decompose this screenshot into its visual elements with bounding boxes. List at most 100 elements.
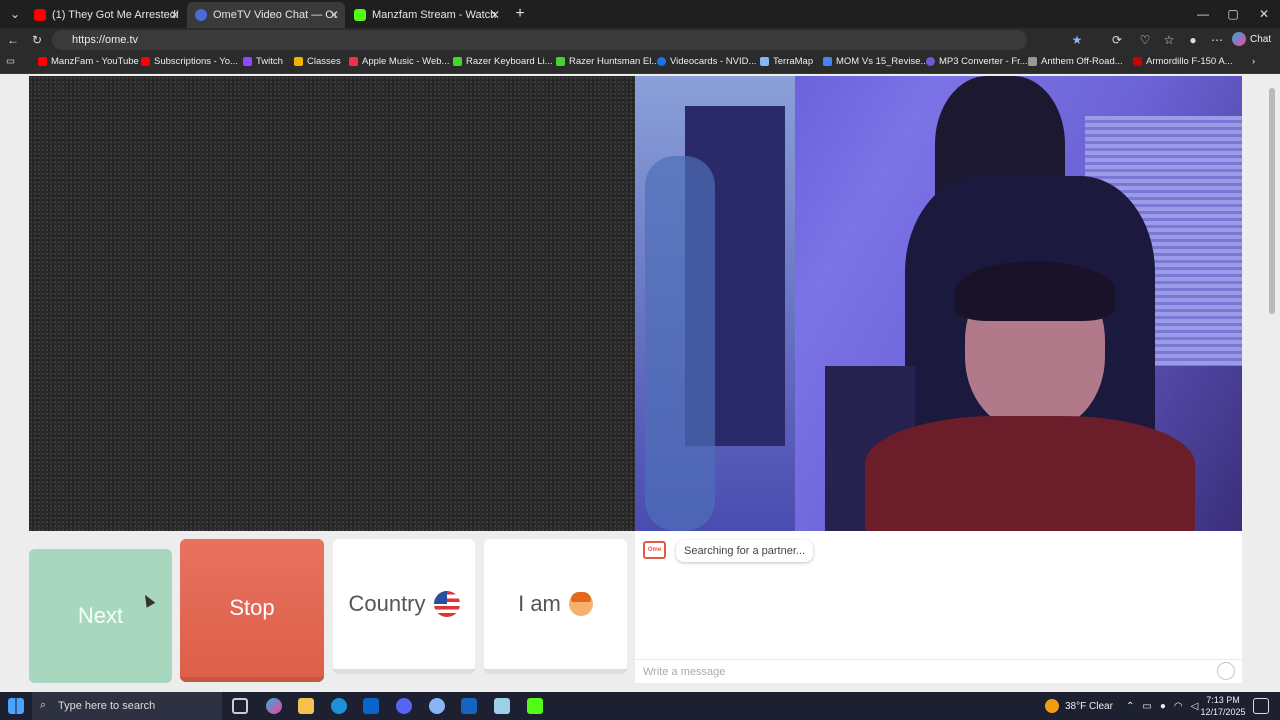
bookmark-item[interactable]: TerraMap (760, 56, 813, 67)
app-icon[interactable] (494, 698, 510, 714)
taskbar-search[interactable]: ⌕ Type here to search (32, 692, 222, 720)
copilot-chat-button[interactable]: Chat (1232, 32, 1271, 46)
edge-icon[interactable] (331, 698, 347, 714)
mp3-converter-icon (926, 57, 935, 66)
tab-title: (1) They Got Me Arrested! - YouTu (52, 9, 178, 21)
volume-icon[interactable]: ◁ (1191, 701, 1199, 712)
ometv-logo-icon: Ome (643, 541, 666, 559)
app-icon[interactable] (429, 698, 445, 714)
kick-icon[interactable] (527, 698, 543, 714)
bookmark-label: MP3 Converter - Fr... (939, 56, 1028, 67)
youtube-icon (34, 9, 46, 21)
status-message: Searching for a partner... (676, 540, 814, 562)
chat-label: Chat (1250, 33, 1272, 45)
bookmark-label: Twitch (256, 56, 283, 67)
discord-icon[interactable] (396, 698, 412, 714)
logo-text: Ome (647, 547, 662, 553)
windows-start-icon[interactable] (8, 698, 24, 714)
next-button[interactable]: Next (29, 549, 172, 683)
apple-music-icon (349, 57, 358, 66)
bookmark-item[interactable]: Razer Keyboard Li... (453, 56, 553, 67)
wifi-icon[interactable]: ◠ (1174, 701, 1183, 712)
new-tab-button[interactable]: + (505, 0, 535, 28)
outlook-icon[interactable] (363, 698, 379, 714)
document-icon (823, 57, 832, 66)
bookmark-item[interactable]: Anthem Off-Road... (1028, 56, 1123, 67)
close-tab-icon[interactable]: ✕ (490, 8, 500, 22)
profile-avatar[interactable]: ● (1184, 32, 1202, 48)
emoji-icon[interactable] (1217, 662, 1235, 680)
extensions-icon[interactable]: ⟳ (1108, 32, 1126, 48)
partner-video-static (29, 76, 635, 531)
weather-widget[interactable]: 38°F Clear (1045, 692, 1113, 720)
minimize-button[interactable]: — (1188, 0, 1218, 28)
bookmark-item[interactable]: ManzFam - YouTube (38, 56, 139, 67)
tab-youtube[interactable]: (1) They Got Me Arrested! - YouTu ✕ (26, 2, 186, 28)
close-window-button[interactable]: ✕ (1249, 0, 1279, 28)
person-left-edge (645, 156, 715, 531)
network-icon[interactable]: ▭ (1142, 701, 1151, 712)
close-tab-icon[interactable]: ✕ (329, 8, 339, 22)
clock[interactable]: 7:13 PM 12/17/2025 (1200, 694, 1246, 718)
self-webcam-video (635, 76, 1242, 531)
next-label: Next (77, 603, 124, 628)
favorites-icon[interactable]: ☆ (1160, 32, 1178, 48)
bookmark-item[interactable]: MOM Vs 15_Revise... (823, 56, 928, 67)
us-flag-icon (433, 591, 460, 617)
sidebar-toggle-icon[interactable]: ▭ (6, 56, 15, 67)
bookmark-item[interactable]: MP3 Converter - Fr... (926, 56, 1028, 67)
weather-text: 38°F Clear (1065, 700, 1113, 712)
store-icon[interactable] (461, 698, 477, 714)
bookmark-label: Videocards - NVID... (670, 56, 757, 67)
file-explorer-icon[interactable] (298, 698, 314, 714)
tab-title: OmeTV Video Chat — Omegl (213, 9, 337, 21)
gender-button[interactable]: I am (484, 539, 627, 674)
search-placeholder: Type here to search (58, 700, 156, 712)
date-text: 12/17/2025 (1200, 707, 1246, 717)
youtube-icon (38, 57, 47, 66)
bookmark-label: ManzFam - YouTube (51, 56, 139, 67)
tab-kick[interactable]: Manzfam Stream - Watch Live on K ✕ (346, 2, 506, 28)
message-input[interactable]: Write a message (635, 659, 1242, 683)
bookmark-item[interactable]: Twitch (243, 56, 283, 67)
microphone-icon[interactable]: ● (1160, 701, 1166, 712)
bookmark-item[interactable]: Subscriptions - Yo... (141, 56, 238, 67)
back-arrow-icon[interactable]: ← (4, 32, 22, 48)
bookmark-label: TerraMap (773, 56, 814, 67)
bookmark-item[interactable]: Razer Huntsman El... (556, 56, 659, 67)
bookmark-label: Subscriptions - Yo... (154, 56, 238, 67)
terramap-icon (760, 57, 769, 66)
bookmark-item[interactable]: Apple Music - Web... (349, 56, 449, 67)
youtube-icon (141, 57, 150, 66)
chevron-up-icon[interactable]: ⌃ (1126, 701, 1134, 712)
stop-label: Stop (229, 595, 275, 620)
favorite-star-icon[interactable]: ★ (1068, 32, 1086, 48)
bookmarks-more-chevron-icon[interactable]: › (1252, 56, 1255, 67)
system-tray[interactable]: ⌃ ▭ ● ◠ ◁ (1126, 692, 1198, 720)
bookmarks-bar: ▭ ManzFam - YouTube Subscriptions - Yo..… (0, 52, 1280, 74)
tab-ometv[interactable]: OmeTV Video Chat — Omegl ✕ (187, 2, 345, 28)
stop-button[interactable]: Stop (180, 539, 324, 682)
browser-essentials-icon[interactable]: ♡ (1136, 32, 1154, 48)
close-tab-icon[interactable]: ✕ (170, 8, 180, 22)
copilot-icon[interactable] (266, 698, 282, 714)
tab-strip: ⌄ (1) They Got Me Arrested! - YouTu ✕ Om… (0, 0, 1280, 28)
task-view-icon[interactable] (232, 698, 248, 714)
nvidia-icon (657, 57, 666, 66)
windows-taskbar: ⌕ Type here to search 38°F Clear ⌃ ▭ ● ◠… (0, 692, 1280, 720)
ometv-icon (195, 9, 207, 21)
maximize-button[interactable]: ▢ (1218, 0, 1248, 28)
refresh-icon[interactable]: ↻ (28, 32, 46, 48)
notification-icon[interactable] (1253, 698, 1269, 714)
hair (955, 261, 1115, 321)
scrollbar-thumb[interactable] (1269, 88, 1275, 314)
razer-icon (556, 57, 565, 66)
bookmark-item[interactable]: Videocards - NVID... (657, 56, 756, 67)
bookmark-item[interactable]: Armordillo F-150 A... (1133, 56, 1233, 67)
country-label: Country (348, 591, 426, 616)
country-button[interactable]: Country (333, 539, 475, 674)
url-field[interactable]: https://ome.tv (52, 30, 1027, 50)
url-text: https://ome.tv (72, 34, 139, 46)
bookmark-item[interactable]: Classes (294, 56, 341, 67)
more-menu-icon[interactable]: ⋯ (1208, 32, 1226, 48)
